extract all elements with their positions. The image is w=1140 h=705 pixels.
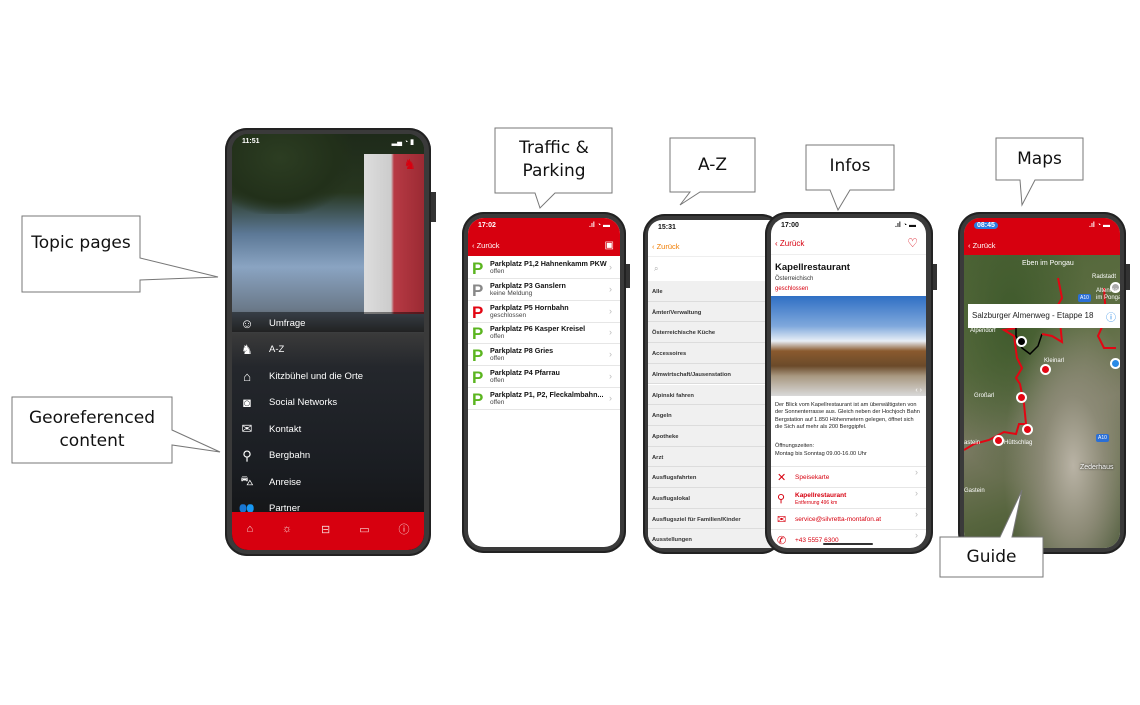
callout-guide: Guide bbox=[966, 547, 1017, 567]
callout-guide-shape-layer bbox=[939, 489, 1044, 578]
